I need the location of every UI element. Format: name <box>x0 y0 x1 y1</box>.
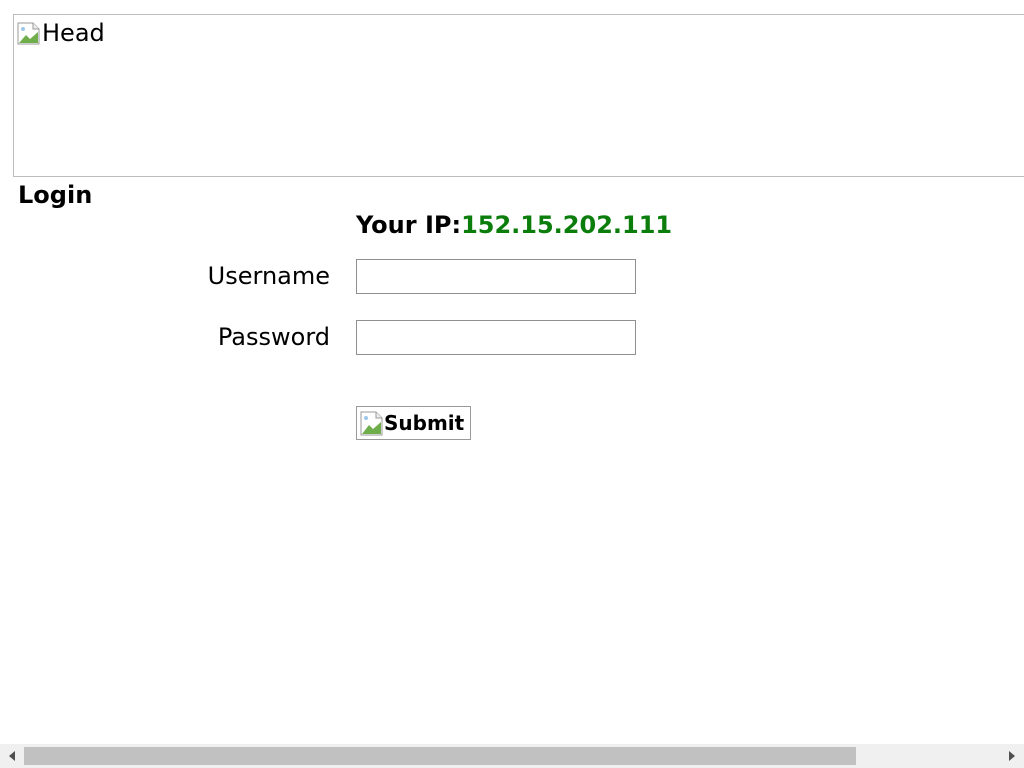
scroll-right-button[interactable] <box>1000 744 1024 768</box>
triangle-right-icon <box>1009 751 1015 761</box>
submit-alt-text: Submit <box>384 411 465 435</box>
header-banner-image: Head <box>13 14 1024 177</box>
scroll-left-button[interactable] <box>0 744 24 768</box>
header-image-placeholder: Head <box>17 19 105 47</box>
ip-value: 152.15.202.111 <box>461 211 673 239</box>
submit-button[interactable]: Submit <box>356 406 471 440</box>
broken-image-icon <box>359 410 383 436</box>
username-label: Username <box>207 262 330 290</box>
password-input[interactable] <box>356 320 636 355</box>
triangle-left-icon <box>9 751 15 761</box>
ip-label: Your IP: <box>356 211 462 239</box>
broken-image-icon <box>17 22 40 45</box>
scroll-thumb[interactable] <box>24 747 856 765</box>
horizontal-scrollbar[interactable] <box>0 744 1024 768</box>
password-label: Password <box>217 323 330 351</box>
login-title: Login <box>18 181 93 209</box>
header-image-alt-text: Head <box>42 19 105 47</box>
ip-display: Your IP:152.15.202.111 <box>356 210 672 240</box>
page: Head Login Your IP:152.15.202.111 Userna… <box>0 0 1024 768</box>
username-input[interactable] <box>356 259 636 294</box>
